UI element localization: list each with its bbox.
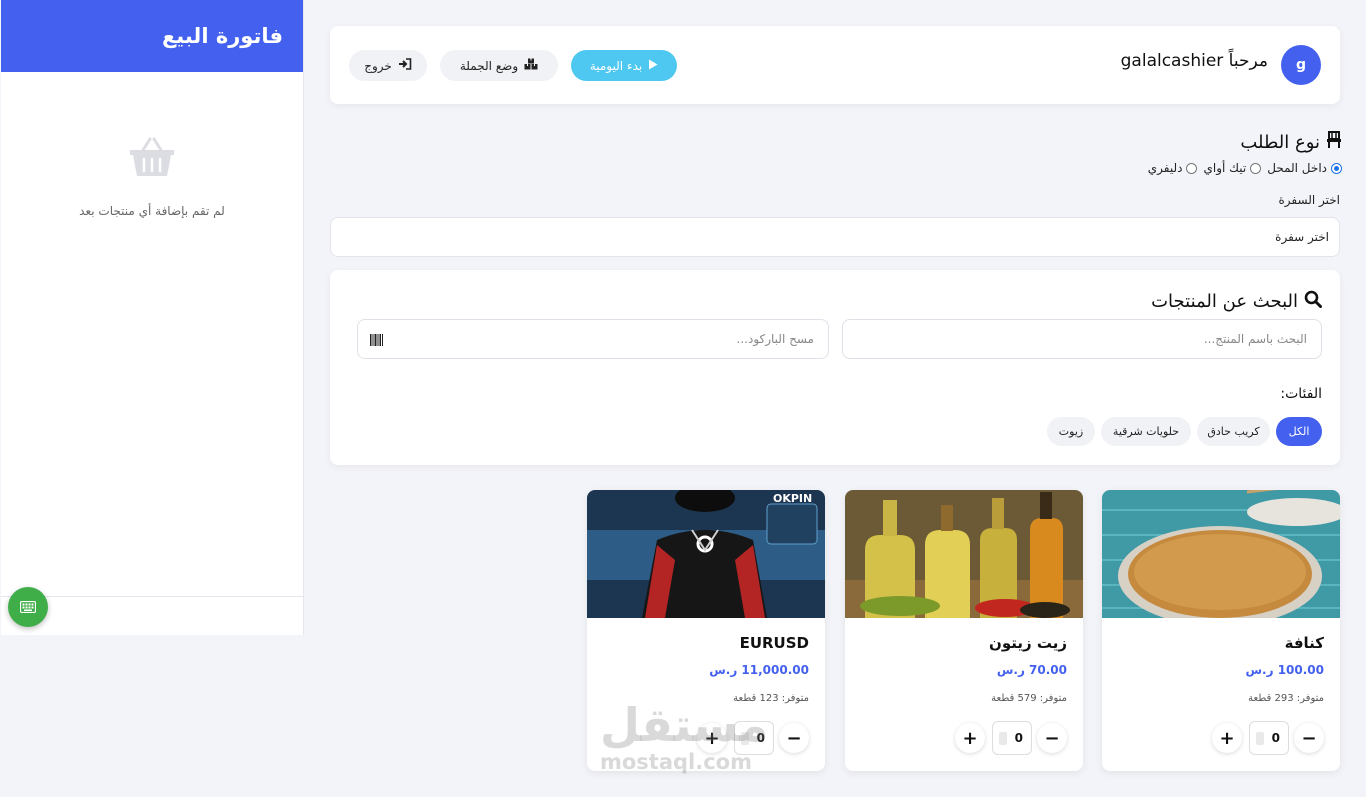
- increase-quantity-button[interactable]: +: [1212, 723, 1242, 753]
- table-select[interactable]: اختر سفرة: [330, 217, 1340, 257]
- search-title: البحث عن المنتجات: [1151, 291, 1298, 312]
- play-icon: [648, 59, 658, 73]
- welcome-text: مرحباً galalcashier: [1120, 51, 1268, 71]
- quantity-input[interactable]: 0: [1249, 721, 1289, 755]
- avatar[interactable]: g: [1281, 45, 1321, 85]
- increase-quantity-button[interactable]: +: [955, 723, 985, 753]
- product-name: EURUSD: [739, 634, 809, 652]
- categories-label: الفئات:: [1280, 386, 1322, 402]
- product-name: زيت زيتون: [989, 634, 1067, 652]
- start-day-label: بدء اليومية: [589, 58, 643, 73]
- order-option-dine-in[interactable]: داخل المحل: [1267, 161, 1342, 175]
- order-type-heading: نوع الطلب: [1240, 131, 1342, 154]
- quantity-input[interactable]: 0: [734, 721, 774, 755]
- invoice-panel: فاتورة البيع لم تقم بإضافة أي منتجات بعد: [1, 0, 304, 635]
- logout-label: خروج: [364, 58, 392, 73]
- order-option-label: داخل المحل: [1267, 161, 1327, 175]
- product-stock: متوفر: 293 قطعة: [1248, 693, 1324, 704]
- product-name: كنافة: [1284, 634, 1324, 652]
- category-chip-savory-crepe[interactable]: كريب حادق: [1197, 417, 1270, 446]
- start-day-button[interactable]: بدء اليومية: [571, 50, 677, 81]
- boxes-icon: [524, 58, 538, 73]
- category-chip-oils[interactable]: زيوت: [1047, 417, 1095, 446]
- invoice-title: فاتورة البيع: [1, 0, 303, 72]
- order-option-label: تيك أواي: [1203, 161, 1247, 175]
- product-image-eurusd: OKPIN: [587, 490, 825, 618]
- keyboard-button[interactable]: [8, 587, 48, 627]
- spinner-arrows-icon[interactable]: [1256, 732, 1264, 745]
- product-card[interactable]: كنافة 100.00 ر.س متوفر: 293 قطعة − 0 +: [1102, 490, 1340, 771]
- increase-quantity-button[interactable]: +: [697, 723, 727, 753]
- product-image-kunafa: [1102, 490, 1340, 626]
- quantity-value: 0: [756, 731, 765, 745]
- decrease-quantity-button[interactable]: −: [1037, 723, 1067, 753]
- logout-button[interactable]: خروج: [349, 50, 427, 81]
- order-option-takeaway[interactable]: تيك أواي: [1203, 161, 1262, 175]
- order-option-delivery[interactable]: دليفري: [1148, 161, 1198, 175]
- quantity-value: 0: [1271, 731, 1280, 745]
- decrease-quantity-button[interactable]: −: [779, 723, 809, 753]
- search-icon: [1304, 290, 1322, 313]
- barcode-placeholder: مسح الباركود...: [736, 332, 814, 346]
- product-search-card: البحث عن المنتجات البحث باسم المنتج... م…: [330, 270, 1340, 465]
- radio-dine-in[interactable]: [1331, 162, 1342, 174]
- radio-delivery[interactable]: [1186, 162, 1198, 174]
- top-bar: g مرحباً galalcashier بدء اليومية وضع ال…: [330, 26, 1340, 104]
- order-type-options: داخل المحل تيك أواي دليفري: [1148, 161, 1342, 175]
- quantity-stepper: − 0 +: [845, 721, 1083, 755]
- wholesale-mode-label: وضع الجملة: [459, 58, 519, 73]
- product-name-search-input[interactable]: البحث باسم المنتج...: [842, 319, 1322, 359]
- logout-icon: [398, 58, 412, 73]
- keyboard-icon: [19, 598, 37, 617]
- spinner-arrows-icon[interactable]: [999, 732, 1007, 745]
- order-type-title: نوع الطلب: [1240, 132, 1320, 153]
- product-image-olive-oil: [845, 490, 1083, 618]
- barcode-search-input[interactable]: مسح الباركود...: [357, 319, 829, 359]
- product-stock: متوفر: 579 قطعة: [991, 693, 1067, 704]
- product-price: 11,000.00 ر.س: [709, 663, 809, 677]
- category-chip-all[interactable]: الكل: [1276, 417, 1322, 446]
- table-select-label: اختر السفرة: [1278, 193, 1340, 207]
- category-chip-oriental-sweets[interactable]: حلويات شرقية: [1101, 417, 1191, 446]
- product-card[interactable]: زيت زيتون 70.00 ر.س متوفر: 579 قطعة − 0 …: [845, 490, 1083, 771]
- product-price: 70.00 ر.س: [996, 663, 1067, 677]
- okpin-sign-text: OKPIN: [773, 492, 812, 505]
- quantity-stepper: − 0 +: [587, 721, 825, 755]
- radio-takeaway[interactable]: [1250, 162, 1262, 174]
- basket-icon: [129, 136, 175, 178]
- quantity-stepper: − 0 +: [1102, 721, 1340, 755]
- product-stock: متوفر: 123 قطعة: [733, 693, 809, 704]
- quantity-value: 0: [1014, 731, 1023, 745]
- spinner-arrows-icon[interactable]: [741, 732, 749, 745]
- quantity-input[interactable]: 0: [992, 721, 1032, 755]
- chair-icon: [1326, 131, 1342, 154]
- decrease-quantity-button[interactable]: −: [1294, 723, 1324, 753]
- empty-cart-text: لم تقم بإضافة أي منتجات بعد: [79, 204, 225, 218]
- product-card[interactable]: OKPIN EURUSD 11,000.00 ر.س متوفر: 123 قط…: [587, 490, 825, 771]
- invoice-footer-divider: [1, 596, 303, 597]
- empty-cart: لم تقم بإضافة أي منتجات بعد: [1, 136, 303, 218]
- product-price: 100.00 ر.س: [1245, 663, 1324, 677]
- wholesale-mode-button[interactable]: وضع الجملة: [440, 50, 558, 81]
- barcode-icon: [370, 334, 383, 349]
- order-option-label: دليفري: [1147, 161, 1183, 175]
- search-heading: البحث عن المنتجات: [1151, 290, 1322, 313]
